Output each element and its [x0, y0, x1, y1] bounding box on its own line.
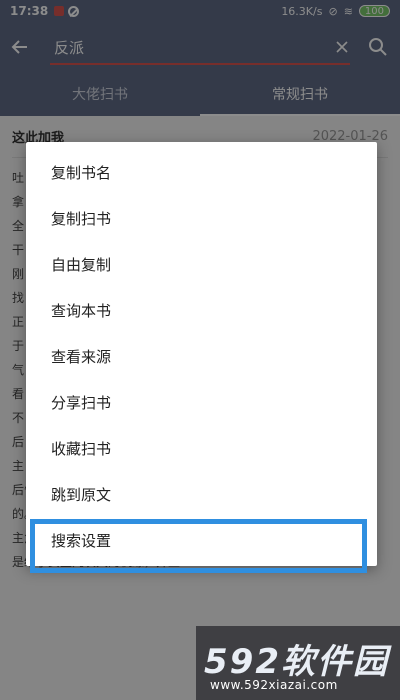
watermark-brand: 592软件园 — [204, 642, 389, 682]
menu-item-search-settings[interactable]: 搜索设置 — [26, 517, 377, 573]
menu-item-copy-scan[interactable]: 复制扫书 — [26, 195, 377, 241]
menu-item-copy-title[interactable]: 复制书名 — [26, 149, 377, 195]
menu-item-query-book[interactable]: 查询本书 — [26, 287, 377, 333]
menu-item-share-scan[interactable]: 分享扫书 — [26, 379, 377, 425]
menu-item-view-source[interactable]: 查看来源 — [26, 333, 377, 379]
context-menu: 复制书名 复制扫书 自由复制 查询本书 查看来源 分享扫书 收藏扫书 跳到原文 搜索设置 — [26, 142, 377, 573]
watermark-url: www.592xiazai.com — [210, 678, 338, 692]
menu-item-jump-to-original[interactable]: 跳到原文 — [26, 471, 377, 517]
menu-item-free-copy[interactable]: 自由复制 — [26, 241, 377, 287]
watermark: 592软件园 www.592xiazai.com — [196, 626, 400, 700]
menu-item-favorite-scan[interactable]: 收藏扫书 — [26, 425, 377, 471]
